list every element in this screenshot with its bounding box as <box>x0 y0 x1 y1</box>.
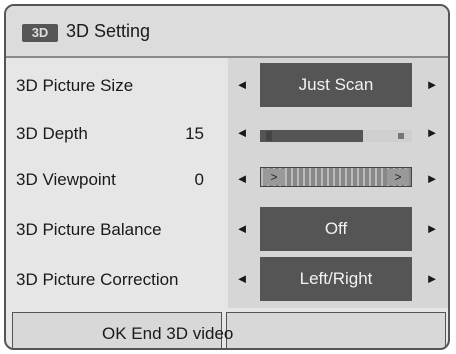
dialog-title: 3D Setting <box>66 21 151 41</box>
picture-correction-value[interactable]: Left/Right <box>260 257 412 301</box>
row-3d-viewpoint[interactable]: 3D Viewpoint 0 ◄ > > ► <box>6 156 448 204</box>
right-arrow-icon[interactable]: ► <box>424 122 440 144</box>
left-arrow-icon[interactable]: ◄ <box>234 74 250 96</box>
left-arrow-icon[interactable]: ◄ <box>234 268 250 290</box>
right-arrow-icon[interactable]: ► <box>424 74 440 96</box>
viewpoint-right-marker-icon: > <box>387 169 409 185</box>
picture-size-value[interactable]: Just Scan <box>260 63 412 107</box>
row-3d-picture-correction[interactable]: 3D Picture Correction ◄ Left/Right ► <box>6 256 448 304</box>
right-arrow-icon[interactable]: ► <box>424 168 440 190</box>
picture-balance-value[interactable]: Off <box>260 207 412 251</box>
left-arrow-icon[interactable]: ◄ <box>234 218 250 240</box>
depth-slider[interactable] <box>260 130 412 142</box>
row-label: 3D Viewpoint <box>16 170 116 189</box>
ok-end-3d-video-button-label[interactable]: OK End 3D video <box>102 324 233 344</box>
3d-setting-dialog: 3D 3D Setting 3D Picture Size ◄ Just Sca… <box>4 4 450 350</box>
3d-icon: 3D <box>22 24 58 42</box>
viewpoint-slider[interactable]: > > <box>260 167 412 187</box>
viewpoint-value: 0 <box>194 170 204 189</box>
row-label: 3D Picture Correction <box>16 270 179 289</box>
row-label: 3D Picture Balance <box>16 220 162 239</box>
right-arrow-icon[interactable]: ► <box>424 218 440 240</box>
depth-slider-fill <box>260 130 363 142</box>
left-arrow-icon[interactable]: ◄ <box>234 168 250 190</box>
depth-slider-end-mark <box>398 133 404 139</box>
title-bar: 3D 3D Setting <box>6 6 448 58</box>
left-arrow-icon[interactable]: ◄ <box>234 122 250 144</box>
row-3d-picture-size[interactable]: 3D Picture Size ◄ Just Scan ► <box>6 62 448 110</box>
viewpoint-left-marker-icon: > <box>263 169 285 185</box>
row-label: 3D Depth <box>16 124 88 143</box>
depth-value: 15 <box>185 124 204 143</box>
right-arrow-icon[interactable]: ► <box>424 268 440 290</box>
depth-slider-start-mark <box>266 131 272 141</box>
row-label: 3D Picture Size <box>16 76 134 95</box>
footer-button-right[interactable] <box>226 312 446 348</box>
row-3d-picture-balance[interactable]: 3D Picture Balance ◄ Off ► <box>6 206 448 254</box>
row-3d-depth[interactable]: 3D Depth 15 ◄ ► <box>6 110 448 158</box>
